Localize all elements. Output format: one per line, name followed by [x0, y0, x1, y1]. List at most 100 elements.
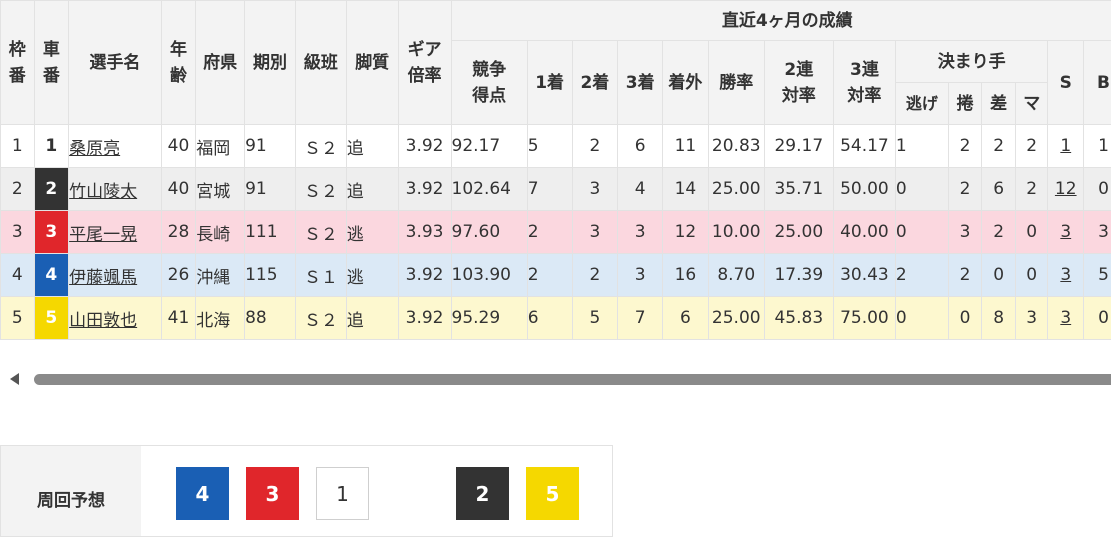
- cell-third: 4: [618, 168, 663, 211]
- horizontal-scrollbar[interactable]: [0, 370, 1111, 388]
- s-count-link[interactable]: 12: [1055, 179, 1077, 199]
- racer-name-link[interactable]: 竹山陵太: [69, 182, 137, 202]
- cell-waku: 3: [1, 211, 35, 254]
- header-makuri: 捲: [948, 83, 982, 125]
- cell-gear: 3.92: [398, 254, 451, 297]
- cell-car: 5: [34, 297, 69, 340]
- s-count-link[interactable]: 3: [1060, 265, 1071, 285]
- cell-win: 20.83: [708, 125, 764, 168]
- cell-quinella: 17.39: [764, 254, 833, 297]
- cell-third: 3: [618, 254, 663, 297]
- cell-waku: 2: [1, 168, 35, 211]
- cell-nige: 1: [895, 125, 948, 168]
- header-s: S: [1048, 41, 1084, 125]
- cell-name: 桑原亮: [69, 125, 162, 168]
- racer-name-link[interactable]: 桑原亮: [69, 139, 120, 159]
- cell-class: Ｓ２: [295, 211, 346, 254]
- cell-s: 3: [1048, 297, 1084, 340]
- cell-b: 3: [1084, 211, 1111, 254]
- table-row: 11桑原亮40福岡91Ｓ２追3.9292.175261120.8329.1754…: [1, 125, 1111, 168]
- cell-pref: 長崎: [196, 211, 245, 254]
- header-nige: 逃げ: [895, 83, 948, 125]
- cell-name: 平尾一晃: [69, 211, 162, 254]
- cell-b: 1: [1084, 125, 1111, 168]
- cell-sashi: 2: [982, 125, 1016, 168]
- header-term: 期別: [245, 1, 296, 125]
- s-count-link[interactable]: 3: [1060, 222, 1071, 242]
- cell-sashi: 2: [982, 211, 1016, 254]
- cell-age: 41: [161, 297, 196, 340]
- cell-score: 103.90: [451, 254, 527, 297]
- cell-gear: 3.92: [398, 168, 451, 211]
- cell-term: 111: [245, 211, 296, 254]
- racer-name-link[interactable]: 平尾一晃: [69, 225, 137, 245]
- cell-trio: 54.17: [833, 125, 895, 168]
- cell-second: 2: [572, 125, 618, 168]
- cell-term: 91: [245, 125, 296, 168]
- cell-score: 102.64: [451, 168, 527, 211]
- header-b: B: [1084, 41, 1111, 125]
- cell-term: 115: [245, 254, 296, 297]
- racer-name-link[interactable]: 山田敦也: [69, 311, 137, 331]
- cell-pref: 宮城: [196, 168, 245, 211]
- header-kimarite: 決まり手: [895, 41, 1048, 83]
- cell-nige: 0: [895, 211, 948, 254]
- cell-out: 14: [663, 168, 709, 211]
- cell-waku: 1: [1, 125, 35, 168]
- cell-makuri: 2: [948, 168, 982, 211]
- cell-quinella: 35.71: [764, 168, 833, 211]
- cell-car: 4: [34, 254, 69, 297]
- cell-trio: 50.00: [833, 168, 895, 211]
- cell-trio: 30.43: [833, 254, 895, 297]
- header-recent: 直近4ヶ月の成績: [451, 1, 1111, 41]
- header-waku: 枠番: [1, 1, 35, 125]
- cell-age: 40: [161, 168, 196, 211]
- header-third: 3着: [618, 41, 663, 125]
- cell-score: 95.29: [451, 297, 527, 340]
- scroll-left-arrow-icon[interactable]: [10, 373, 19, 385]
- cell-name: 山田敦也: [69, 297, 162, 340]
- lap-forecast-label: 周回予想: [1, 446, 141, 536]
- cell-car: 2: [34, 168, 69, 211]
- cell-trio: 40.00: [833, 211, 895, 254]
- cell-makuri: 2: [948, 125, 982, 168]
- cell-b: 5: [1084, 254, 1111, 297]
- scrollbar-thumb[interactable]: [34, 374, 1111, 385]
- cell-name: 竹山陵太: [69, 168, 162, 211]
- cell-second: 5: [572, 297, 618, 340]
- header-win: 勝率: [708, 41, 764, 125]
- s-count-link[interactable]: 1: [1060, 136, 1071, 156]
- cell-term: 88: [245, 297, 296, 340]
- forecast-chip: 5: [526, 467, 579, 520]
- table-row: 22竹山陵太40宮城91Ｓ２追3.92102.647341425.0035.71…: [1, 168, 1111, 211]
- cell-first: 2: [527, 211, 572, 254]
- header-car: 車番: [34, 1, 69, 125]
- cell-quinella: 45.83: [764, 297, 833, 340]
- cell-pref: 北海: [196, 297, 245, 340]
- cell-sashi: 6: [982, 168, 1016, 211]
- header-pref: 府県: [196, 1, 245, 125]
- cell-second: 3: [572, 168, 618, 211]
- s-count-link[interactable]: 3: [1060, 308, 1071, 328]
- cell-leg: 追: [346, 125, 398, 168]
- cell-car: 1: [34, 125, 69, 168]
- cell-third: 6: [618, 125, 663, 168]
- cell-mark: 2: [1015, 168, 1048, 211]
- racer-name-link[interactable]: 伊藤颯馬: [69, 268, 137, 288]
- cell-nige: 0: [895, 168, 948, 211]
- cell-s: 12: [1048, 168, 1084, 211]
- header-mark: マ: [1015, 83, 1048, 125]
- cell-second: 2: [572, 254, 618, 297]
- header-age: 年齢: [161, 1, 196, 125]
- cell-trio: 75.00: [833, 297, 895, 340]
- cell-win: 25.00: [708, 168, 764, 211]
- cell-gear: 3.92: [398, 297, 451, 340]
- cell-gear: 3.93: [398, 211, 451, 254]
- cell-second: 3: [572, 211, 618, 254]
- cell-first: 7: [527, 168, 572, 211]
- cell-third: 7: [618, 297, 663, 340]
- cell-age: 40: [161, 125, 196, 168]
- cell-win: 25.00: [708, 297, 764, 340]
- cell-pref: 沖縄: [196, 254, 245, 297]
- header-second: 2着: [572, 41, 618, 125]
